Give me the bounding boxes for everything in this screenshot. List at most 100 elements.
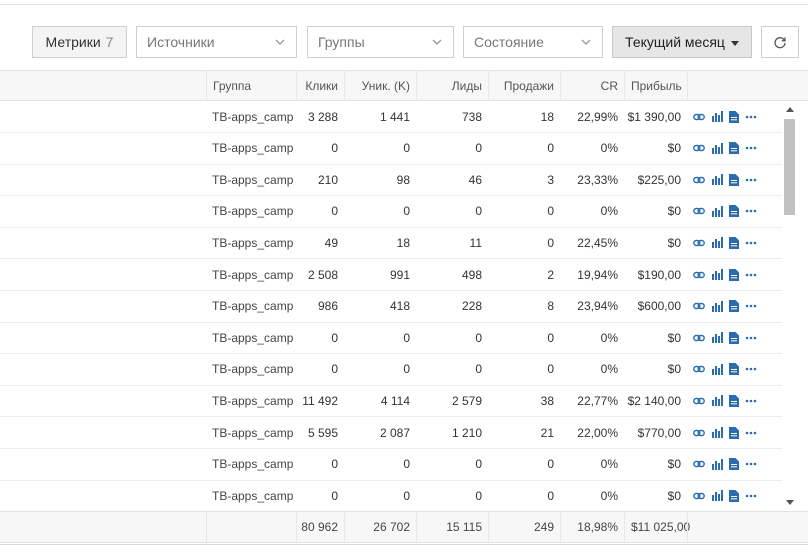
bar-chart-icon[interactable]: [711, 142, 723, 154]
link-icon[interactable]: [693, 175, 705, 185]
document-icon[interactable]: [729, 363, 739, 376]
document-icon[interactable]: [729, 331, 739, 344]
table-row[interactable]: TB-apps_camp 0 0 0 0 0% $0: [0, 449, 782, 481]
table-row[interactable]: TB-apps_camp 11 492 4 114 2 579 38 22,77% $2 1…: [0, 385, 782, 418]
more-icon[interactable]: [745, 178, 757, 182]
bar-chart-icon[interactable]: [711, 269, 723, 280]
document-icon[interactable]: [729, 300, 739, 313]
row-actions: [687, 227, 782, 258]
scroll-thumb[interactable]: [784, 119, 795, 215]
cell-uniques: 4 114: [380, 393, 410, 408]
link-icon[interactable]: [693, 270, 705, 280]
row-actions: [687, 164, 782, 195]
cell-cr: 23,33%: [577, 172, 618, 187]
more-icon[interactable]: [745, 462, 757, 466]
bar-chart-icon[interactable]: [711, 111, 723, 122]
totals-group-cell: [206, 512, 296, 542]
cell-group: TB-apps_camp: [212, 204, 294, 219]
document-icon[interactable]: [729, 205, 739, 218]
document-icon[interactable]: [729, 142, 739, 155]
more-icon[interactable]: [745, 367, 757, 371]
scroll-up-icon[interactable]: [786, 107, 794, 112]
vertical-scrollbar[interactable]: [782, 101, 798, 511]
cell-leads: 738: [461, 109, 482, 124]
table-row[interactable]: TB-apps_camp 0 0 0 0 0% $0: [0, 196, 782, 228]
header-cr[interactable]: CR: [560, 71, 624, 100]
link-icon[interactable]: [693, 333, 705, 343]
link-icon[interactable]: [693, 428, 705, 438]
bar-chart-icon[interactable]: [711, 490, 723, 502]
document-icon[interactable]: [729, 394, 739, 407]
cell-profit: $0: [667, 457, 681, 472]
header-profit[interactable]: Прибыль: [624, 71, 687, 100]
header-actions: [687, 71, 782, 100]
document-icon[interactable]: [729, 426, 739, 439]
link-icon[interactable]: [693, 206, 705, 216]
cell-profit: $0: [667, 362, 681, 377]
sources-select[interactable]: Источники: [136, 26, 297, 58]
table-row[interactable]: TB-apps_camp 210 98 46 3 23,33% $225,00: [0, 164, 782, 197]
more-icon[interactable]: [745, 273, 757, 277]
document-icon[interactable]: [729, 110, 739, 123]
cell-leads: 0: [475, 204, 482, 219]
table-row[interactable]: TB-apps_camp 0 0 0 0 0% $0: [0, 480, 782, 511]
state-select[interactable]: Состояние: [463, 26, 603, 58]
link-icon[interactable]: [693, 459, 705, 469]
table-row[interactable]: TB-apps_camp 0 0 0 0 0% $0: [0, 133, 782, 165]
table-row[interactable]: TB-apps_camp 3 288 1 441 738 18 22,99% $1 390,…: [0, 101, 782, 133]
document-icon[interactable]: [729, 268, 739, 281]
header-uniques[interactable]: Уник. (K): [344, 71, 416, 100]
cell-group: TB-apps_camp: [212, 267, 294, 282]
header-sales[interactable]: Продажи: [488, 71, 560, 100]
bar-chart-icon[interactable]: [711, 300, 723, 312]
more-icon[interactable]: [745, 115, 757, 119]
table-row[interactable]: TB-apps_camp 0 0 0 0 0% $0: [0, 322, 782, 355]
bar-chart-icon[interactable]: [711, 395, 723, 407]
table-row[interactable]: TB-apps_camp 5 595 2 087 1 210 21 22,00% $770,…: [0, 417, 782, 449]
link-icon[interactable]: [693, 364, 705, 374]
table-row[interactable]: TB-apps_camp 986 418 228 8 23,94% $600,00: [0, 291, 782, 323]
bar-chart-icon[interactable]: [711, 174, 723, 186]
header-leads[interactable]: Лиды: [416, 71, 488, 100]
more-icon[interactable]: [745, 399, 757, 403]
link-icon[interactable]: [693, 491, 705, 501]
cell-uniques: 418: [389, 299, 410, 314]
document-icon[interactable]: [729, 173, 739, 186]
more-icon[interactable]: [745, 209, 757, 213]
link-icon[interactable]: [693, 301, 705, 311]
more-icon[interactable]: [745, 494, 757, 498]
document-icon[interactable]: [729, 458, 739, 471]
more-icon[interactable]: [745, 241, 757, 245]
bar-chart-icon[interactable]: [711, 363, 723, 375]
link-icon[interactable]: [693, 143, 705, 153]
more-icon[interactable]: [745, 304, 757, 308]
header-group[interactable]: Группа: [206, 71, 296, 100]
bar-chart-icon[interactable]: [711, 427, 723, 438]
scroll-down-icon[interactable]: [786, 500, 794, 505]
bar-chart-icon[interactable]: [711, 205, 723, 217]
metrics-button[interactable]: Метрики 7: [32, 26, 127, 58]
bar-chart-icon[interactable]: [711, 458, 723, 470]
link-icon[interactable]: [693, 238, 705, 248]
more-icon[interactable]: [745, 431, 757, 435]
link-icon[interactable]: [693, 396, 705, 406]
table-row[interactable]: TB-apps_camp 2 508 991 498 2 19,94% $190,00: [0, 259, 782, 291]
cell-cr: 0%: [600, 488, 618, 503]
table-row[interactable]: TB-apps_camp 49 18 11 0 22,45% $0: [0, 227, 782, 260]
document-icon[interactable]: [729, 489, 739, 502]
groups-select[interactable]: Группы: [307, 26, 454, 58]
more-icon[interactable]: [745, 146, 757, 150]
cell-cr: 0%: [600, 362, 618, 377]
bar-chart-icon[interactable]: [711, 332, 723, 344]
header-clicks[interactable]: Клики: [296, 71, 344, 100]
bar-chart-icon[interactable]: [711, 237, 723, 249]
refresh-button[interactable]: [761, 26, 799, 58]
link-icon[interactable]: [693, 112, 705, 122]
cell-uniques: 991: [389, 267, 410, 282]
period-dropdown-button[interactable]: Текущий месяц: [612, 26, 752, 58]
document-icon[interactable]: [729, 236, 739, 249]
table-row[interactable]: TB-apps_camp 0 0 0 0 0% $0: [0, 354, 782, 386]
cell-clicks: 0: [331, 204, 338, 219]
cell-leads: 1 210: [451, 425, 482, 440]
more-icon[interactable]: [745, 336, 757, 340]
